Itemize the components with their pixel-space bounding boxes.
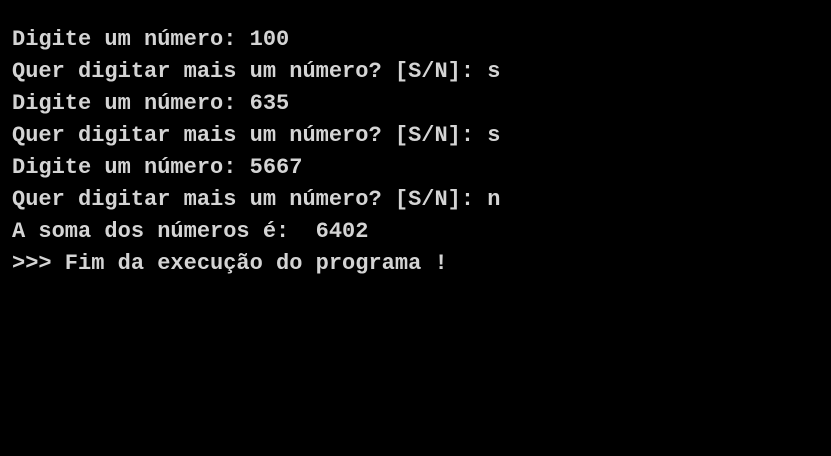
console-line-sum-result: A soma dos números é: 6402 xyxy=(12,219,369,244)
console-output[interactable]: Digite um número: 100 Quer digitar mais … xyxy=(0,0,831,456)
console-line-prompt-3: Digite um número: 5667 xyxy=(12,155,303,180)
console-line-end-message: >>> Fim da execução do programa ! xyxy=(12,251,448,276)
console-line-question-1: Quer digitar mais um número? [S/N]: s xyxy=(12,59,501,84)
console-line-question-2: Quer digitar mais um número? [S/N]: s xyxy=(12,123,501,148)
console-line-prompt-2: Digite um número: 635 xyxy=(12,91,290,116)
console-line-question-3: Quer digitar mais um número? [S/N]: n xyxy=(12,187,501,212)
console-line-prompt-1: Digite um número: 100 xyxy=(12,27,290,52)
